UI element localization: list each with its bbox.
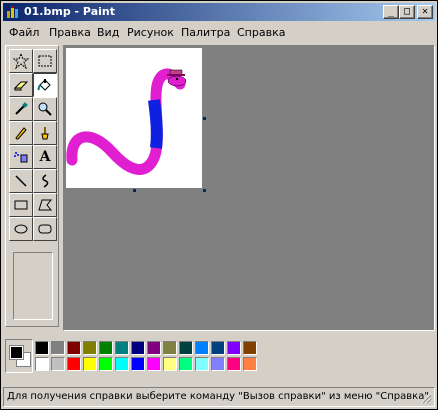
rectangle-icon xyxy=(14,200,28,210)
maximize-button[interactable]: □ xyxy=(399,5,415,19)
color-swatch[interactable] xyxy=(99,341,113,355)
window-title: 01.bmp - Paint xyxy=(24,5,115,18)
line-icon xyxy=(15,175,27,187)
worm-drawing xyxy=(66,68,187,175)
color-swatch[interactable] xyxy=(195,357,209,371)
color-swatch[interactable] xyxy=(147,357,161,371)
toolbox: A xyxy=(5,45,59,327)
color-swatch[interactable] xyxy=(243,341,257,355)
color-swatch[interactable] xyxy=(67,341,81,355)
color-swatch[interactable] xyxy=(227,357,241,371)
eyedropper-icon xyxy=(15,102,28,115)
color-swatch[interactable] xyxy=(83,341,97,355)
star-select-icon xyxy=(13,53,29,69)
worm-stripe xyxy=(148,99,163,149)
magnifier-icon xyxy=(38,102,52,116)
current-colors xyxy=(5,339,33,373)
tool-options-panel[interactable] xyxy=(13,252,53,320)
brush-icon xyxy=(41,127,49,140)
worm-head xyxy=(167,75,187,87)
color-swatch[interactable] xyxy=(115,357,129,371)
line-tool[interactable] xyxy=(9,169,33,193)
menu-colors[interactable]: Палитра xyxy=(181,26,230,39)
title-bar[interactable]: 01.bmp - Paint _ □ ✕ xyxy=(3,3,435,21)
rectangle-tool[interactable] xyxy=(9,193,33,217)
menu-edit[interactable]: Правка xyxy=(49,26,91,39)
color-swatch[interactable] xyxy=(35,341,49,355)
curve-tool[interactable] xyxy=(33,169,57,193)
canvas-resize-handle-bottom[interactable] xyxy=(133,189,136,192)
foreground-color-box xyxy=(9,345,24,360)
free-form-select-tool[interactable] xyxy=(9,49,33,73)
canvas-resize-handle-corner[interactable] xyxy=(203,189,206,192)
color-swatch[interactable] xyxy=(131,357,145,371)
color-swatch[interactable] xyxy=(51,341,65,355)
airbrush-tool[interactable] xyxy=(9,145,33,169)
fill-tool[interactable] xyxy=(33,73,57,97)
color-swatch[interactable] xyxy=(35,357,49,371)
color-swatch[interactable] xyxy=(179,357,193,371)
magnifier-tool[interactable] xyxy=(33,97,57,121)
paint-app-icon xyxy=(7,6,18,18)
canvas-area xyxy=(63,45,435,331)
color-swatch[interactable] xyxy=(195,341,209,355)
close-button[interactable]: ✕ xyxy=(417,5,433,19)
paint-window: 01.bmp - Paint _ □ ✕ Файл Правка Вид Рис… xyxy=(0,0,438,410)
status-text: Для получения справки выберите команду "… xyxy=(7,391,433,402)
polygon-tool[interactable] xyxy=(33,193,57,217)
worm-hat-brim xyxy=(167,74,185,76)
paint-bucket-icon xyxy=(37,79,51,91)
color-swatch[interactable] xyxy=(51,357,65,371)
color-swatch[interactable] xyxy=(99,357,113,371)
color-swatch[interactable] xyxy=(67,357,81,371)
color-swatch[interactable] xyxy=(115,341,129,355)
menu-bar: Файл Правка Вид Рисунок Палитра Справка xyxy=(3,23,435,41)
worm-eye xyxy=(175,77,179,81)
menu-view[interactable]: Вид xyxy=(97,26,119,39)
ellipse-tool[interactable] xyxy=(9,217,33,241)
menu-help[interactable]: Справка xyxy=(237,26,285,39)
airbrush-icon xyxy=(14,152,28,163)
color-swatch[interactable] xyxy=(83,357,97,371)
pick-color-tool[interactable] xyxy=(9,97,33,121)
eraser-tool[interactable] xyxy=(9,73,33,97)
worm-body xyxy=(66,68,186,175)
color-swatch[interactable] xyxy=(131,341,145,355)
minimize-button[interactable]: _ xyxy=(383,5,399,19)
select-tool[interactable] xyxy=(33,49,57,73)
canvas-resize-handle-right[interactable] xyxy=(203,117,206,120)
menu-image[interactable]: Рисунок xyxy=(127,26,174,39)
color-swatch[interactable] xyxy=(243,357,257,371)
rect-select-icon xyxy=(38,55,52,67)
text-tool[interactable]: A xyxy=(33,145,57,169)
color-swatch[interactable] xyxy=(211,357,225,371)
color-swatch[interactable] xyxy=(163,357,177,371)
pencil-icon xyxy=(15,127,27,140)
rounded-rectangle-tool[interactable] xyxy=(33,217,57,241)
menu-file[interactable]: Файл xyxy=(9,26,39,39)
color-swatch[interactable] xyxy=(179,341,193,355)
resize-grip-icon[interactable] xyxy=(420,392,432,404)
pencil-tool[interactable] xyxy=(9,121,33,145)
color-swatch[interactable] xyxy=(163,341,177,355)
status-bar: Для получения справки выберите команду "… xyxy=(3,387,435,407)
color-swatch[interactable] xyxy=(227,341,241,355)
eraser-icon xyxy=(13,81,29,91)
color-swatch[interactable] xyxy=(147,341,161,355)
color-palette xyxy=(5,339,435,377)
color-swatch[interactable] xyxy=(211,341,225,355)
ellipse-icon xyxy=(14,224,28,234)
brush-tool[interactable] xyxy=(33,121,57,145)
drawing-canvas[interactable] xyxy=(66,48,202,188)
curve-icon xyxy=(42,174,49,188)
text-icon: A xyxy=(39,149,51,165)
polygon-icon xyxy=(38,199,53,211)
rounded-rect-icon xyxy=(38,224,52,234)
